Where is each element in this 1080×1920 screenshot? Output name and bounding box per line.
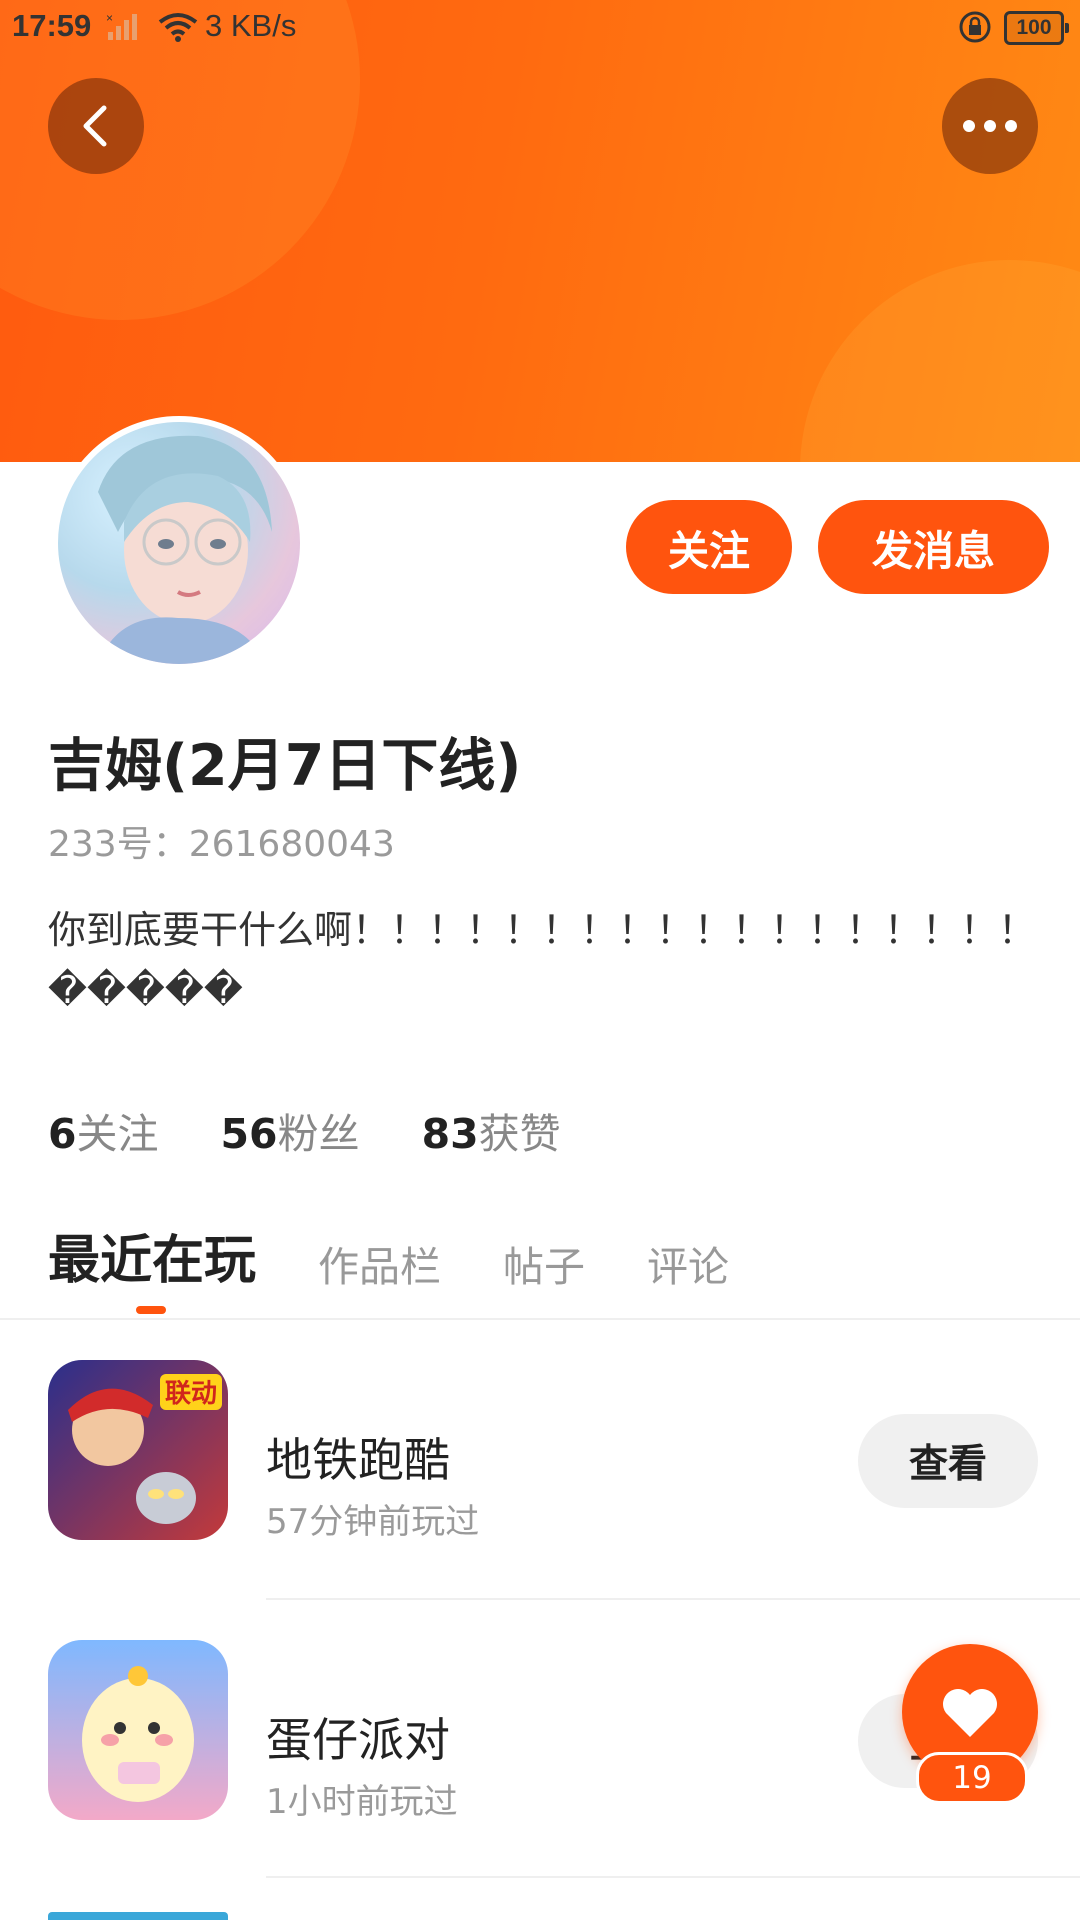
profile-tabs: 最近在玩 作品栏 帖子 评论 bbox=[48, 1218, 729, 1293]
back-button[interactable] bbox=[48, 78, 144, 174]
avatar[interactable] bbox=[52, 416, 306, 670]
stat-label: 粉丝 bbox=[277, 1110, 360, 1158]
stat-number: 56 bbox=[220, 1110, 278, 1158]
tab-indicator bbox=[136, 1306, 166, 1314]
heart-icon bbox=[943, 1689, 997, 1737]
user-bio: 你到底要干什么啊！！！！！！！！！！！！！！！！！！����� bbox=[48, 908, 1037, 1012]
like-count: 19 bbox=[916, 1752, 1028, 1804]
banner-decoration bbox=[800, 260, 1080, 462]
list-item[interactable]: 联动 地铁跑酷 57分钟前玩过 查看 bbox=[0, 1320, 1080, 1600]
stat-following[interactable]: 6关注 bbox=[48, 1100, 159, 1160]
stat-likes[interactable]: 83获赞 bbox=[422, 1100, 561, 1160]
game-last-played: 1小时前玩过 bbox=[266, 1782, 458, 1822]
wifi-icon bbox=[158, 12, 198, 50]
more-options-button[interactable] bbox=[942, 78, 1038, 174]
game-name: 蛋仔派对 bbox=[266, 1713, 450, 1767]
stat-number: 83 bbox=[421, 1110, 479, 1158]
send-message-button[interactable]: 发消息 bbox=[818, 500, 1049, 594]
user-id: 233号：261680043 bbox=[48, 824, 395, 865]
stat-fans[interactable]: 56粉丝 bbox=[221, 1100, 360, 1160]
profile-stats: 6关注 56粉丝 83获赞 bbox=[48, 1100, 561, 1160]
status-time: 17:59 bbox=[12, 8, 92, 43]
view-button[interactable]: 查看 bbox=[858, 1414, 1038, 1508]
game-name: 地铁跑酷 bbox=[266, 1433, 450, 1487]
follow-button[interactable]: 关注 bbox=[626, 500, 792, 594]
chevron-left-icon bbox=[83, 105, 107, 147]
profile-banner bbox=[0, 0, 1080, 462]
status-bar: 17:59 × 3 KB/s 100 bbox=[0, 0, 1080, 54]
network-speed: 3 KB/s bbox=[205, 8, 297, 43]
stat-label: 关注 bbox=[76, 1110, 159, 1158]
stat-label: 获赞 bbox=[478, 1110, 561, 1158]
rotation-lock-icon bbox=[958, 10, 992, 52]
tab-recently-played[interactable]: 最近在玩 bbox=[48, 1218, 256, 1293]
eggy-party-icon bbox=[48, 1640, 228, 1820]
battery-indicator: 100 bbox=[1004, 11, 1069, 45]
tab-works[interactable]: 作品栏 bbox=[318, 1233, 441, 1293]
game-badge: 联动 bbox=[165, 1379, 217, 1409]
more-dots-icon bbox=[963, 120, 1017, 132]
subway-surfers-icon: 联动 bbox=[48, 1360, 228, 1540]
svg-text:×: × bbox=[106, 12, 113, 25]
game-icon-partial bbox=[48, 1912, 228, 1920]
username: 吉姆(2月7日下线) bbox=[48, 733, 522, 799]
signal-icon: × bbox=[106, 11, 144, 50]
divider bbox=[266, 1876, 1080, 1878]
tab-comments[interactable]: 评论 bbox=[647, 1233, 729, 1293]
tab-posts[interactable]: 帖子 bbox=[503, 1233, 585, 1293]
stat-number: 6 bbox=[48, 1110, 77, 1158]
game-last-played: 57分钟前玩过 bbox=[266, 1502, 480, 1542]
